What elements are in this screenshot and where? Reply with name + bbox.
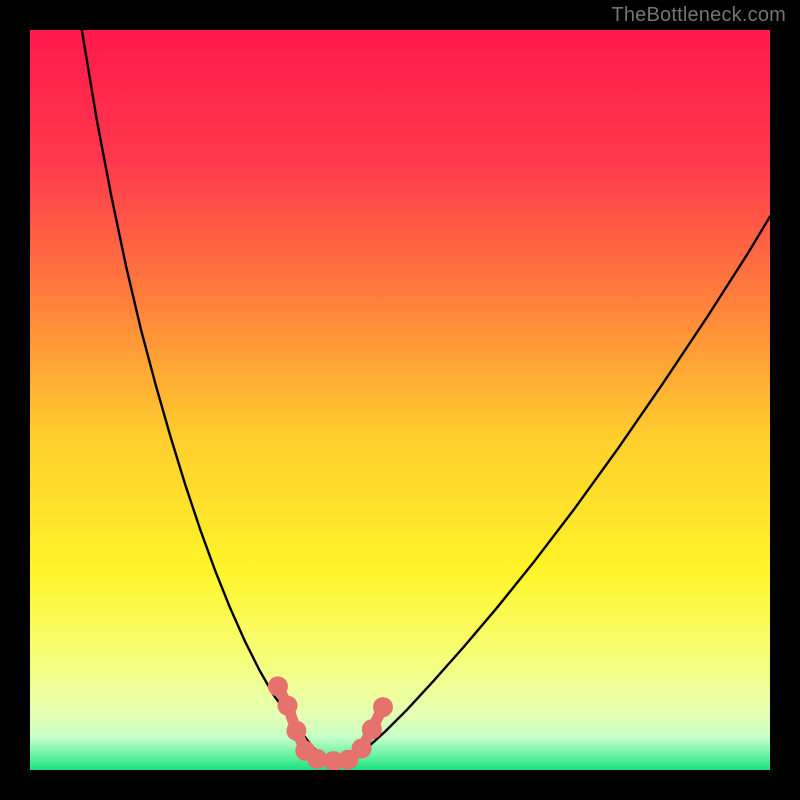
plot-svg [30, 30, 770, 770]
bead [286, 721, 306, 741]
bead [352, 739, 372, 759]
plot-area [30, 30, 770, 770]
bead [278, 696, 298, 716]
bead [373, 697, 393, 717]
watermark-text: TheBottleneck.com [611, 4, 786, 27]
gradient-background [30, 30, 770, 770]
chart-frame: TheBottleneck.com [0, 0, 800, 800]
bead [268, 676, 288, 696]
bead [362, 719, 382, 739]
